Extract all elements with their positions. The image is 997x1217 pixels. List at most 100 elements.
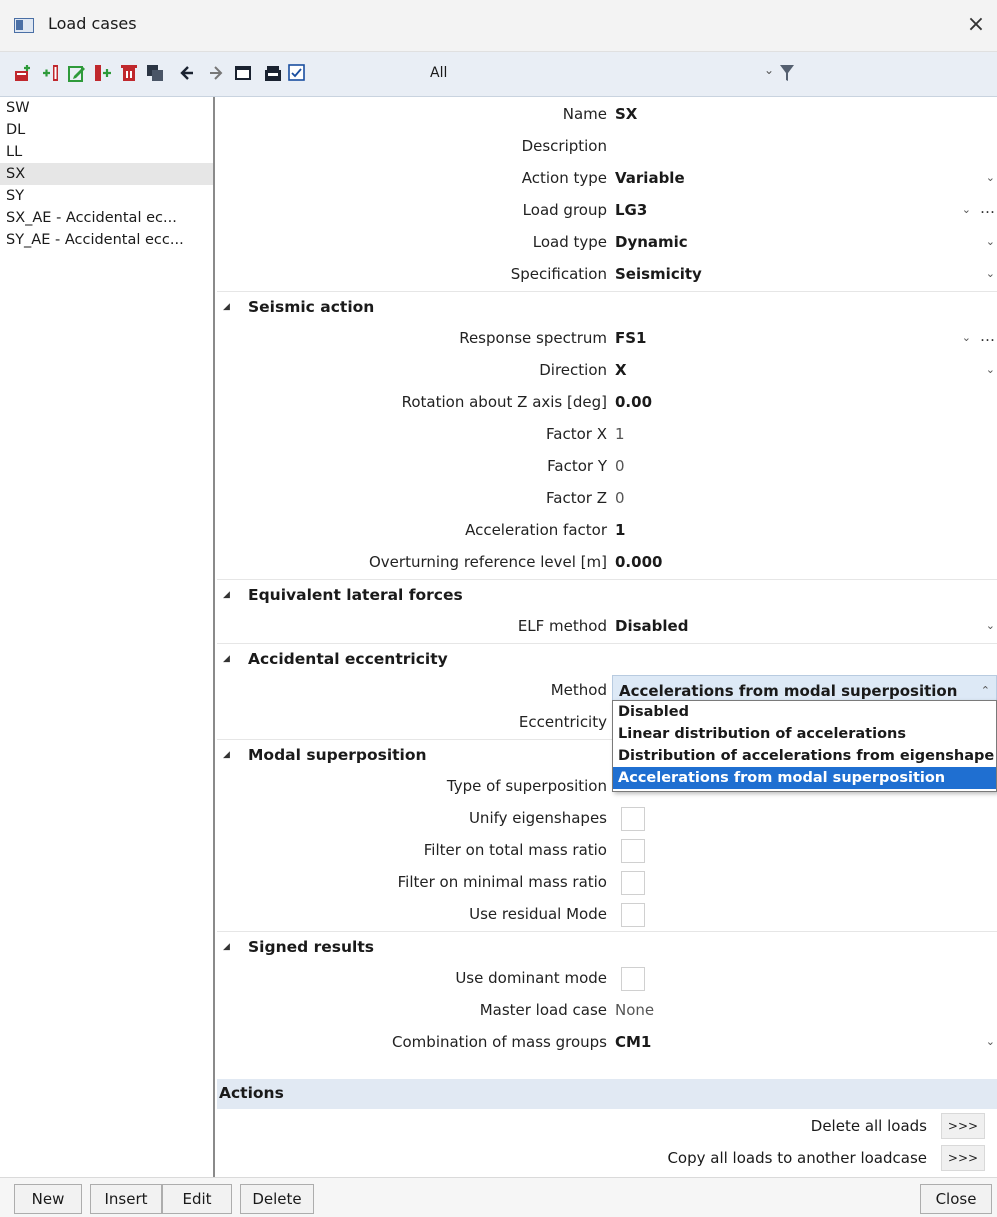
redo-icon[interactable] [205,64,223,82]
prop-row-factor-x[interactable]: Factor X 1 [217,419,997,451]
list-item-selected[interactable]: SX [0,163,213,185]
filter-select[interactable]: All [430,65,447,81]
more-icon[interactable]: … [980,199,995,217]
direction-select[interactable]: X [615,361,627,379]
chevron-down-icon[interactable]: ⌄ [962,331,971,344]
factor-y-field[interactable]: 0 [615,457,625,475]
prop-row-action-type[interactable]: Action type Variable ⌄ [217,163,997,195]
factor-z-field[interactable]: 0 [615,489,625,507]
chevron-down-icon[interactable]: ⌄ [764,63,774,77]
prop-row-filter-total[interactable]: Filter on total mass ratio [217,835,997,867]
chevron-down-icon[interactable]: ⌄ [986,267,995,280]
prop-row-unify-eigenshapes[interactable]: Unify eigenshapes [217,803,997,835]
list-item[interactable]: SY_AE - Accidental ecc... [0,229,213,251]
factor-x-field[interactable]: 1 [615,425,625,443]
chevron-down-icon[interactable]: ⌄ [986,235,995,248]
chevron-down-icon[interactable]: ⌄ [986,1035,995,1048]
insert-icon[interactable] [42,64,60,82]
prop-label: Master load case [479,1001,607,1019]
prop-row-factor-z[interactable]: Factor Z 0 [217,483,997,515]
unify-eigenshapes-checkbox[interactable] [621,807,645,831]
prop-row-specification[interactable]: Specification Seismicity ⌄ [217,259,997,291]
split-icon[interactable] [94,64,112,82]
copy-icon[interactable] [146,64,164,82]
prop-row-factor-y[interactable]: Factor Y 0 [217,451,997,483]
insert-button[interactable]: Insert [90,1184,162,1214]
prop-row-load-type[interactable]: Load type Dynamic ⌄ [217,227,997,259]
response-spectrum-select[interactable]: FS1 [615,329,647,347]
prop-row-master-load-case[interactable]: Master load case None [217,995,997,1027]
check-icon[interactable] [288,64,306,82]
close-window-button[interactable]: × [961,8,991,42]
table-icon[interactable] [234,64,252,82]
undo-icon[interactable] [180,64,198,82]
dominant-mode-checkbox[interactable] [621,967,645,991]
dropdown-option[interactable]: Disabled [613,701,996,723]
load-group-select[interactable]: LG3 [615,201,647,219]
new-button[interactable]: New [14,1184,82,1214]
more-icon[interactable]: … [980,327,995,345]
edit-button[interactable]: Edit [162,1184,232,1214]
edit-icon[interactable] [68,64,86,82]
chevron-down-icon[interactable]: ⌄ [962,203,971,216]
prop-row-overturning[interactable]: Overturning reference level [m] 0.000 [217,547,997,579]
list-item[interactable]: SW [0,97,213,119]
delete-button[interactable]: Delete [240,1184,314,1214]
rotation-field[interactable]: 0.00 [615,393,652,411]
close-button[interactable]: Close [920,1184,992,1214]
prop-row-dominant-mode[interactable]: Use dominant mode [217,963,997,995]
filter-icon[interactable] [780,64,794,86]
action-type-select[interactable]: Variable [615,169,685,187]
specification-select[interactable]: Seismicity [615,265,702,283]
prop-row-filter-minimal[interactable]: Filter on minimal mass ratio [217,867,997,899]
overturning-field[interactable]: 0.000 [615,553,662,571]
dropdown-option[interactable]: Distribution of accelerations from eigen… [613,745,996,767]
collapse-icon[interactable]: ◢ [223,942,230,952]
chevron-down-icon[interactable]: ⌄ [986,363,995,376]
prop-row-load-group[interactable]: Load group LG3 ⌄ … [217,195,997,227]
filter-minimal-checkbox[interactable] [621,871,645,895]
elf-method-select[interactable]: Disabled [615,617,688,635]
list-item[interactable]: SY [0,185,213,207]
section-equivalent-lateral-forces[interactable]: ◢ Equivalent lateral forces [217,579,997,611]
prop-row-combination[interactable]: Combination of mass groups CM1 ⌄ [217,1027,997,1059]
save-icon[interactable] [264,64,282,82]
list-item[interactable]: DL [0,119,213,141]
section-signed-results[interactable]: ◢ Signed results [217,931,997,963]
collapse-icon[interactable]: ◢ [223,590,230,600]
chevron-down-icon[interactable]: ⌄ [986,171,995,184]
name-field[interactable]: SX [615,105,637,123]
prop-row-acceleration-factor[interactable]: Acceleration factor 1 [217,515,997,547]
prop-row-name[interactable]: Name SX [217,99,997,131]
load-type-select[interactable]: Dynamic [615,233,688,251]
prop-row-response-spectrum[interactable]: Response spectrum FS1 ⌄ … [217,323,997,355]
master-load-case-field[interactable]: None [615,1001,654,1019]
collapse-icon[interactable]: ◢ [223,750,230,760]
prop-label: Factor X [546,425,607,443]
chevron-up-icon[interactable]: ⌃ [981,684,990,697]
acceleration-factor-field[interactable]: 1 [615,521,625,539]
dropdown-option-selected[interactable]: Accelerations from modal superposition [613,767,996,789]
new-icon[interactable] [14,64,32,82]
collapse-icon[interactable]: ◢ [223,302,230,312]
combination-select[interactable]: CM1 [615,1033,651,1051]
filter-total-checkbox[interactable] [621,839,645,863]
dropdown-option[interactable]: Linear distribution of accelerations [613,723,996,745]
prop-row-residual-mode[interactable]: Use residual Mode [217,899,997,931]
chevron-down-icon[interactable]: ⌄ [986,619,995,632]
prop-row-rotation[interactable]: Rotation about Z axis [deg] 0.00 [217,387,997,419]
delete-icon[interactable] [120,64,138,82]
section-accidental-eccentricity[interactable]: ◢ Accidental eccentricity [217,643,997,675]
toolbar: All ⌄ [0,52,997,97]
prop-row-description[interactable]: Description [217,131,997,163]
copy-all-loads-button[interactable]: >>> [941,1145,985,1171]
delete-all-loads-button[interactable]: >>> [941,1113,985,1139]
prop-row-elf-method[interactable]: ELF method Disabled ⌄ [217,611,997,643]
residual-mode-checkbox[interactable] [621,903,645,927]
prop-row-direction[interactable]: Direction X ⌄ [217,355,997,387]
collapse-icon[interactable]: ◢ [223,654,230,664]
section-seismic-action[interactable]: ◢ Seismic action [217,291,997,323]
list-item[interactable]: SX_AE - Accidental ec... [0,207,213,229]
section-title: Modal superposition [248,746,427,764]
list-item[interactable]: LL [0,141,213,163]
